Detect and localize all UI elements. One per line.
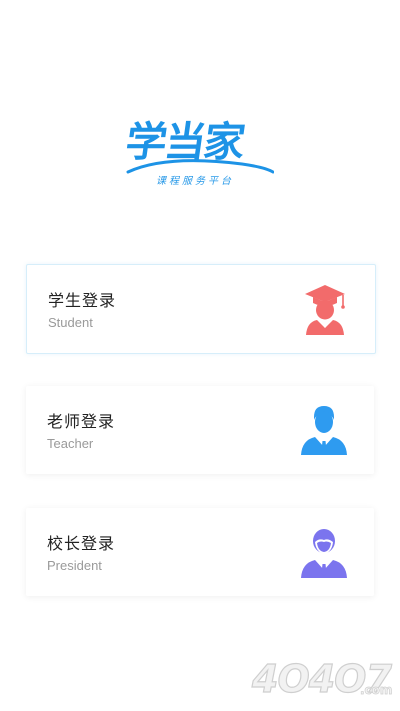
president-login-subtitle: President (47, 558, 102, 573)
app-logo: 学当家 课程服务平台 (123, 116, 274, 191)
student-login-card[interactable]: 学生登录 Student (26, 264, 376, 354)
president-login-card[interactable]: 校长登录 President (26, 508, 374, 596)
teacher-icon (301, 406, 347, 455)
student-login-subtitle: Student (48, 315, 93, 330)
watermark-domain: .com (360, 683, 393, 698)
president-icon (301, 529, 347, 578)
watermark-logo: 4O4O7 .com (250, 655, 400, 711)
student-graduate-icon (305, 285, 345, 335)
president-login-title: 校长登录 (47, 534, 116, 553)
teacher-login-card[interactable]: 老师登录 Teacher (26, 386, 374, 474)
teacher-login-title: 老师登录 (47, 412, 116, 431)
logo-subtitle: 课程服务平台 (156, 176, 234, 187)
student-login-title: 学生登录 (48, 291, 117, 310)
teacher-login-subtitle: Teacher (47, 436, 94, 451)
